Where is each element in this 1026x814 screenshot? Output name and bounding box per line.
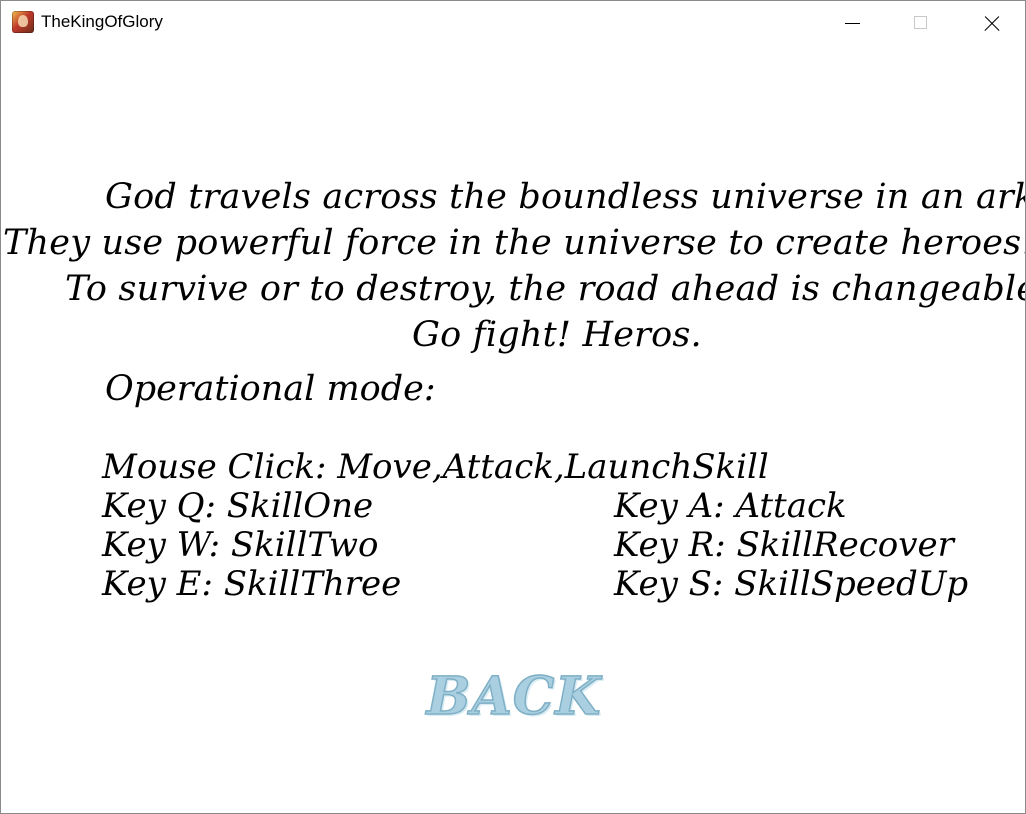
title-bar[interactable]: TheKingOfGlory	[1, 1, 1025, 45]
story-line-4: Go fight! Heros.	[412, 315, 702, 355]
back-button[interactable]: BACK	[426, 665, 602, 729]
operational-mode-heading: Operational mode:	[105, 369, 436, 409]
close-icon[interactable]	[955, 1, 1025, 45]
control-key-r: Key R: SkillRecover	[614, 525, 954, 565]
control-key-a: Key A: Attack	[614, 486, 847, 526]
window-title: TheKingOfGlory	[41, 12, 163, 31]
maximize-icon[interactable]	[886, 1, 956, 45]
game-app-icon	[12, 11, 34, 33]
control-mouse-click: Mouse Click: Move,Attack,LaunchSkill	[102, 447, 769, 487]
control-key-w: Key W: SkillTwo	[102, 525, 379, 565]
minimize-icon[interactable]	[817, 1, 887, 45]
game-window: TheKingOfGlory God travels across the bo…	[0, 0, 1026, 814]
story-line-2: They use powerful force in the universe …	[3, 223, 1026, 263]
control-key-e: Key E: SkillThree	[102, 564, 402, 604]
control-key-q: Key Q: SkillOne	[102, 486, 374, 526]
story-line-3: To survive or to destroy, the road ahead…	[65, 269, 1026, 309]
story-line-1: God travels across the boundless univers…	[105, 177, 1026, 217]
control-key-s: Key S: SkillSpeedUp	[614, 564, 969, 604]
